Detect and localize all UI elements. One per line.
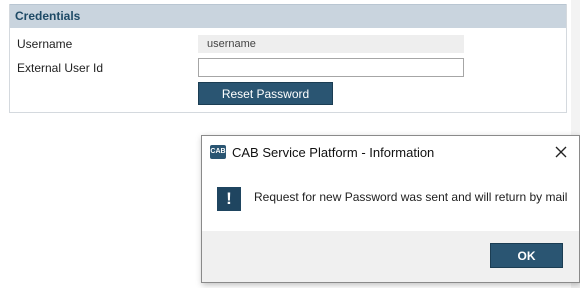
information-dialog: CAB CAB Service Platform - Information !… (201, 135, 580, 283)
credentials-title: Credentials (15, 9, 81, 23)
exclamation-icon: ! (217, 187, 241, 211)
username-label: Username (17, 37, 73, 51)
cab-app-icon: CAB (210, 145, 226, 159)
external-user-id-label: External User Id (17, 61, 104, 75)
close-icon[interactable] (553, 144, 569, 160)
external-user-id-input[interactable] (198, 58, 464, 77)
dialog-title: CAB Service Platform - Information (232, 145, 435, 160)
username-value: username (198, 35, 464, 53)
credentials-header: Credentials (10, 4, 566, 28)
dialog-message: Request for new Password was sent and wi… (254, 190, 568, 204)
credentials-panel: Credentials Username username External U… (9, 4, 567, 113)
dialog-titlebar[interactable]: CAB CAB Service Platform - Information (202, 136, 579, 168)
ok-button[interactable]: OK (490, 243, 563, 268)
reset-password-button[interactable]: Reset Password (198, 82, 333, 105)
dialog-body: ! Request for new Password was sent and … (202, 168, 579, 231)
dialog-footer: OK (202, 231, 579, 282)
